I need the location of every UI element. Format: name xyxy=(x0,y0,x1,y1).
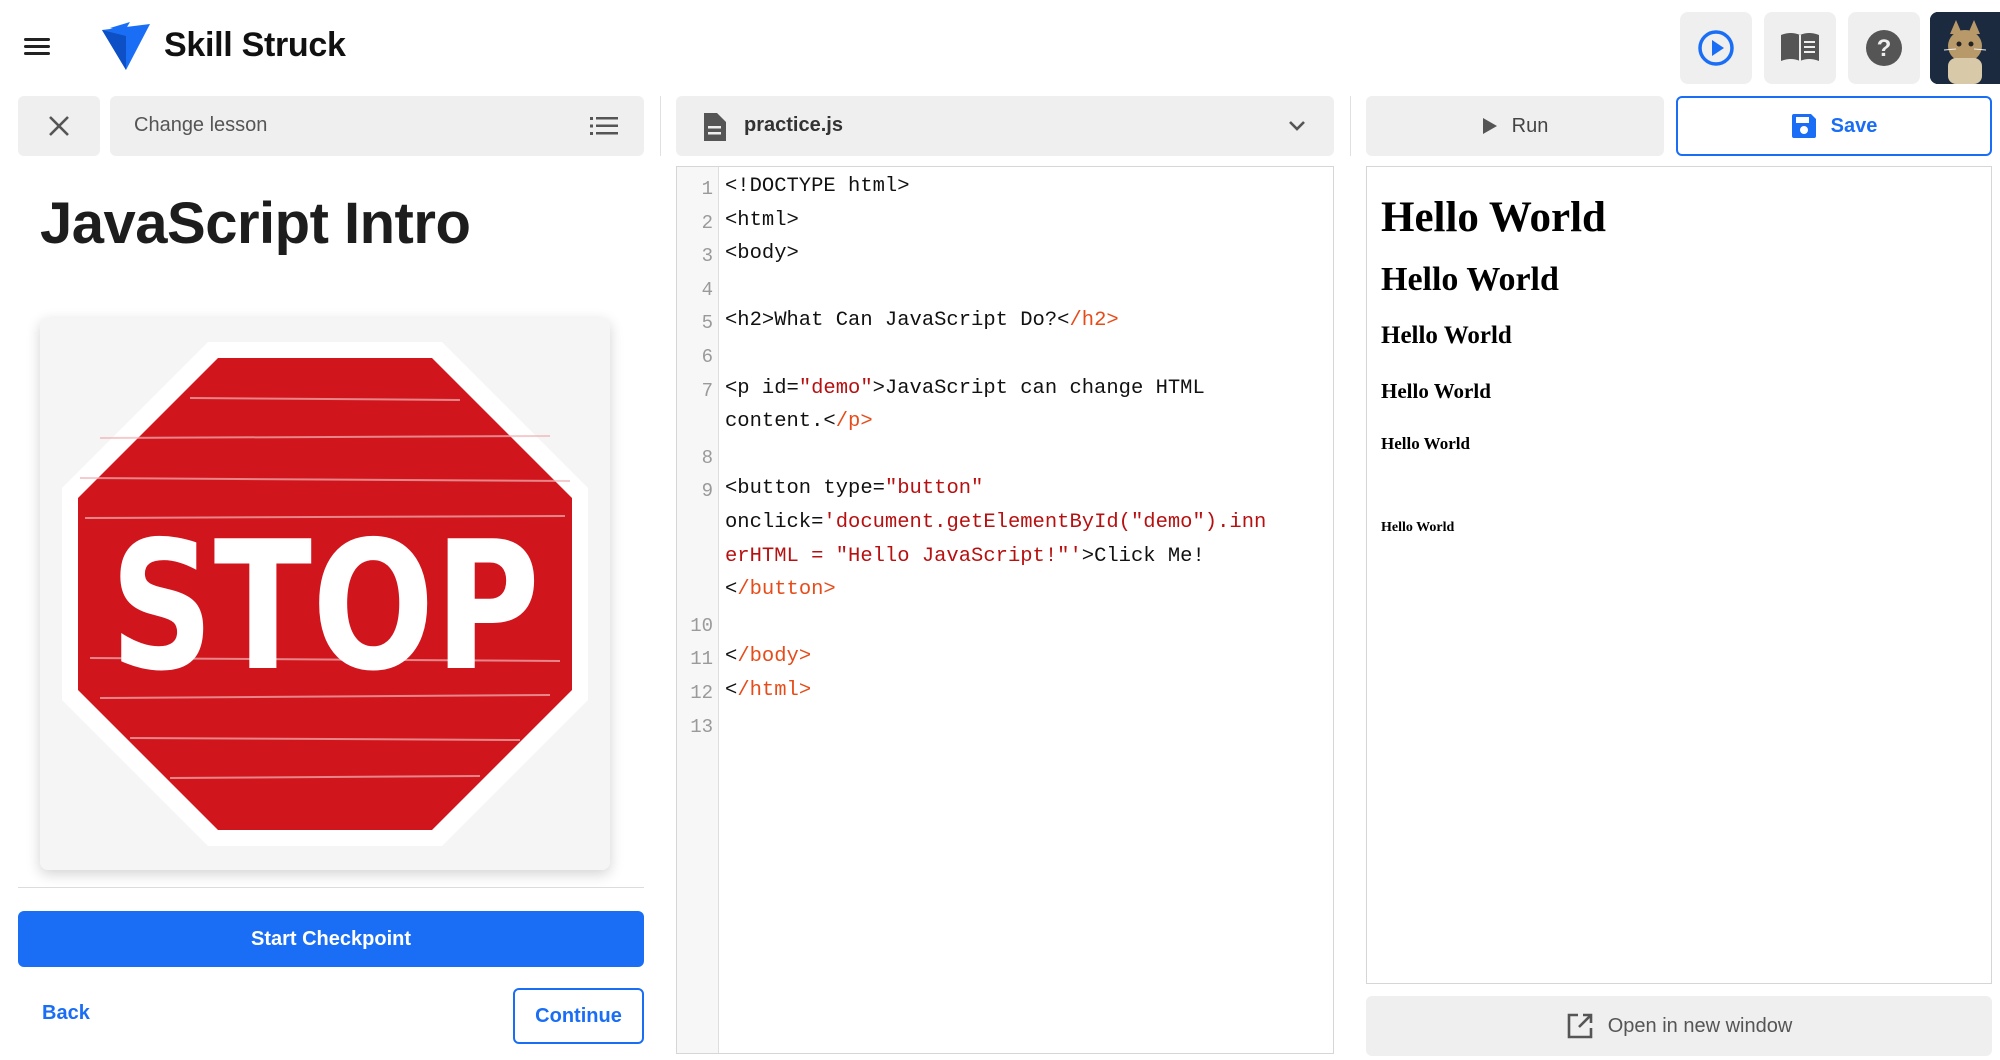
code-token: <p id= xyxy=(725,376,799,400)
code-token: 'document.getElementById("demo").inn xyxy=(823,511,1267,534)
file-icon xyxy=(704,113,726,141)
file-name: practice.js xyxy=(744,114,843,136)
skill-struck-logo xyxy=(102,22,150,70)
preview-h5: Hello World xyxy=(1381,434,1470,453)
preview-h2: Hello World xyxy=(1381,261,1559,298)
output-preview: Hello World Hello World Hello World Hell… xyxy=(1366,166,1992,984)
code-token: /body> xyxy=(737,645,812,669)
separator xyxy=(1350,96,1351,156)
code-token: <!DOCTYPE html> xyxy=(725,175,910,198)
book-icon xyxy=(1781,33,1819,61)
code-line[interactable]: </body> xyxy=(725,645,1325,668)
code-token: /button> xyxy=(737,578,836,602)
code-line[interactable]: <html> xyxy=(725,209,1325,232)
code-line[interactable]: <button type="button" xyxy=(725,477,1325,500)
chevron-down-icon xyxy=(1289,121,1305,131)
line-number: 9 xyxy=(701,480,713,503)
change-lesson-label: Change lesson xyxy=(134,114,268,136)
user-avatar[interactable] xyxy=(1930,12,2000,84)
help-icon: ? xyxy=(1866,30,1902,66)
line-number: 2 xyxy=(701,211,713,234)
code-token: /html> xyxy=(737,679,812,702)
open-new-window-button[interactable]: Open in new window xyxy=(1366,996,1992,1056)
book-button[interactable] xyxy=(1764,12,1836,84)
code-token: /h2> xyxy=(1069,309,1119,333)
start-checkpoint-button[interactable]: Start Checkpoint xyxy=(18,911,644,967)
line-number: 3 xyxy=(701,245,713,268)
continue-button[interactable]: Continue xyxy=(513,988,644,1044)
code-token: "demo" xyxy=(798,376,873,400)
code-line[interactable]: <h2>What Can JavaScript Do?</h2> xyxy=(725,309,1325,332)
run-button[interactable]: Run xyxy=(1366,96,1664,156)
back-link[interactable]: Back xyxy=(42,1002,90,1025)
code-token: onclick= xyxy=(725,511,824,534)
change-lesson-dropdown[interactable]: Change lesson xyxy=(110,96,644,156)
line-number: 12 xyxy=(690,682,713,704)
code-token: content.< xyxy=(725,410,836,434)
brand-name: Skill Struck xyxy=(164,26,346,64)
line-number-gutter: 1 2 3 4 5 6 7 8 9 10 11 12 13 xyxy=(677,167,719,1053)
line-number: 6 xyxy=(701,346,713,368)
stop-sign-image: STOP xyxy=(40,318,610,870)
code-line[interactable]: </button> xyxy=(725,578,1325,601)
code-token: <h2>What Can JavaScript Do?< xyxy=(725,309,1070,333)
code-token: <button type= xyxy=(725,477,885,501)
svg-text:?: ? xyxy=(1877,35,1892,62)
save-button[interactable]: Save xyxy=(1676,96,1992,156)
preview-h1: Hello World xyxy=(1381,194,1606,241)
save-label: Save xyxy=(1830,114,1878,137)
play-circle-icon xyxy=(1698,30,1734,66)
code-token: < xyxy=(725,645,738,669)
close-icon xyxy=(49,116,69,136)
code-line[interactable]: <p id="demo">JavaScript can change HTML xyxy=(725,377,1325,400)
line-number: 10 xyxy=(690,614,713,637)
line-number: 13 xyxy=(690,715,713,738)
code-line[interactable]: <!DOCTYPE html> xyxy=(725,175,1325,198)
play-button[interactable] xyxy=(1680,12,1752,84)
code-line[interactable]: onclick='document.getElementById("demo")… xyxy=(725,511,1325,534)
line-number: 8 xyxy=(701,446,713,469)
code-token: < xyxy=(725,679,738,702)
run-label: Run xyxy=(1511,114,1549,137)
separator xyxy=(660,96,661,156)
open-new-window-label: Open in new window xyxy=(1607,1014,1793,1037)
preview-h3: Hello World xyxy=(1381,322,1512,349)
external-link-icon xyxy=(1567,1013,1593,1039)
file-selector[interactable]: practice.js xyxy=(676,96,1334,156)
preview-h4: Hello World xyxy=(1381,379,1491,403)
line-number: 5 xyxy=(701,312,713,335)
save-icon xyxy=(1791,114,1816,138)
cat-avatar-icon xyxy=(1930,12,2000,84)
code-line[interactable]: <body> xyxy=(725,242,1325,265)
code-token: >Click Me! xyxy=(1081,544,1205,568)
code-token: >JavaScript can change HTML xyxy=(872,376,1205,400)
code-token: < xyxy=(725,578,738,602)
code-token: <html> xyxy=(725,208,799,232)
app-header: Skill Struck ? xyxy=(0,0,2000,96)
menu-icon[interactable] xyxy=(22,34,54,60)
code-token: "button" xyxy=(884,477,984,501)
line-number: 1 xyxy=(701,178,713,200)
lesson-title: JavaScript Intro xyxy=(40,191,471,256)
line-number: 7 xyxy=(701,379,713,402)
list-icon xyxy=(590,117,618,135)
code-token: erHTML = "Hello JavaScript!"' xyxy=(725,544,1082,568)
code-editor[interactable]: 1 2 3 4 5 6 7 8 9 10 11 12 13 <!DOCTYPE html> <html> <… xyxy=(676,166,1334,1054)
play-icon xyxy=(1482,118,1497,134)
close-lesson-button[interactable] xyxy=(18,96,100,156)
code-line[interactable]: </html> xyxy=(725,679,1325,702)
preview-h6: Hello World xyxy=(1381,520,1455,535)
line-number: 11 xyxy=(690,648,713,671)
divider xyxy=(18,887,644,888)
lesson-image: STOP xyxy=(40,318,610,870)
stop-sign-text: STOP xyxy=(110,503,540,710)
code-token: /p> xyxy=(835,410,873,434)
code-line[interactable]: content.</p> xyxy=(725,410,1325,433)
code-token: <body> xyxy=(725,242,799,266)
help-button[interactable]: ? xyxy=(1848,12,1920,84)
line-number: 4 xyxy=(701,278,713,301)
code-line[interactable]: erHTML = "Hello JavaScript!"'>Click Me! xyxy=(725,545,1325,568)
